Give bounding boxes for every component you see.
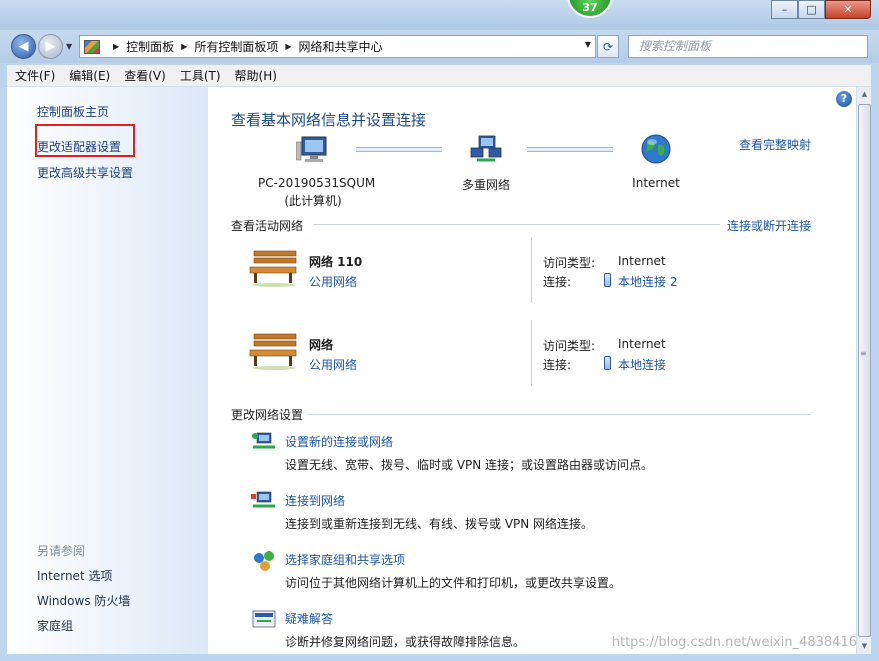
access-type-value: Internet <box>618 254 666 268</box>
network-name: 网络 <box>309 338 334 352</box>
active-networks-heading: 查看活动网络 <box>231 219 304 233</box>
vertical-divider <box>531 237 532 303</box>
maximize-button[interactable]: □ <box>798 0 825 19</box>
address-dropdown-icon[interactable]: ▼ <box>585 40 591 49</box>
address-bar[interactable]: ▶ 控制面板 ▶ 所有控制面板项 ▶ 网络和共享中心 ▼ <box>79 35 596 58</box>
sidebar-item-advanced-sharing[interactable]: 更改高级共享设置 <box>37 164 133 181</box>
new-connection-icon <box>252 432 275 449</box>
network-type-link[interactable]: 公用网络 <box>309 273 357 290</box>
task-new-connection-link[interactable]: 设置新的连接或网络 <box>285 433 393 450</box>
menu-bar: 文件(F) 编辑(E) 查看(V) 工具(T) 帮助(H) <box>7 65 871 87</box>
section-divider <box>308 414 811 415</box>
scroll-thumb[interactable] <box>858 104 871 637</box>
task-description: 诊断并修复网络问题，或获得故障排除信息。 <box>285 635 526 649</box>
chevron-right-icon[interactable]: ▶ <box>113 42 119 51</box>
menu-tools[interactable]: 工具(T) <box>180 67 221 84</box>
refresh-button[interactable]: ⟳ <box>597 35 619 58</box>
map-connection-line <box>356 147 442 152</box>
sidebar-item-homegroup[interactable]: 家庭组 <box>37 617 73 634</box>
sidebar: 控制面板主页 更改适配器设置 更改高级共享设置 另请参阅 Internet 选项… <box>7 87 208 654</box>
content-area: 控制面板主页 更改适配器设置 更改高级共享设置 另请参阅 Internet 选项… <box>7 87 871 654</box>
menu-file[interactable]: 文件(F) <box>15 67 55 84</box>
recent-pages-dropdown-icon[interactable]: ▼ <box>66 42 72 51</box>
breadcrumb-all-items[interactable]: 所有控制面板项 <box>194 38 278 55</box>
access-type-label: 访问类型: <box>543 256 596 270</box>
connection-link[interactable]: 本地连接 2 <box>618 273 677 290</box>
chevron-right-icon[interactable]: ▶ <box>285 42 291 51</box>
breadcrumb-control-panel[interactable]: 控制面板 <box>126 38 174 55</box>
breadcrumb-network-center[interactable]: 网络和共享中心 <box>299 38 383 55</box>
task-description: 连接到或重新连接到无线、有线、拨号或 VPN 网络连接。 <box>285 517 594 531</box>
connect-disconnect-link[interactable]: 连接或断开连接 <box>727 217 811 234</box>
menu-help[interactable]: 帮助(H) <box>235 67 277 84</box>
back-button[interactable]: ◀ <box>11 34 36 59</box>
multiple-networks-label: 多重网络 <box>461 178 510 192</box>
network-type-link[interactable]: 公用网络 <box>309 356 357 373</box>
multiple-networks-icon[interactable] <box>469 134 503 166</box>
task-homegroup-link[interactable]: 选择家庭组和共享选项 <box>285 551 405 568</box>
scroll-down-arrow-icon[interactable]: ▼ <box>858 639 871 654</box>
sidebar-item-firewall[interactable]: Windows 防火墙 <box>37 592 130 609</box>
control-panel-icon <box>84 39 100 54</box>
connect-network-icon <box>251 491 275 508</box>
chevron-right-icon[interactable]: ▶ <box>181 42 187 51</box>
network-name: 网络 110 <box>309 255 363 269</box>
window-controls: – □ ✕ <box>771 0 871 19</box>
public-network-bench-icon <box>249 250 297 287</box>
title-bar: 37 – □ ✕ <box>0 0 879 30</box>
public-network-bench-icon <box>249 333 297 370</box>
computer-name: PC-20190531SQUM <box>258 176 376 190</box>
computer-subtitle: (此计算机) <box>284 194 342 208</box>
map-connection-line <box>527 147 613 152</box>
highlight-box <box>35 124 135 157</box>
notification-badge: 37 <box>567 0 613 18</box>
see-also-heading: 另请参阅 <box>37 544 86 558</box>
homegroup-icon <box>254 551 274 571</box>
full-map-link[interactable]: 查看完整映射 <box>739 136 811 153</box>
menu-edit[interactable]: 编辑(E) <box>69 67 110 84</box>
close-button[interactable]: ✕ <box>825 0 871 19</box>
main-panel: 查看基本网络信息并设置连接 查看完整映射 PC-20190531SQUM (此计… <box>208 87 856 654</box>
sidebar-item-home[interactable]: 控制面板主页 <box>37 103 109 120</box>
section-divider <box>314 224 720 225</box>
troubleshoot-icon <box>252 610 276 628</box>
vertical-scrollbar[interactable]: ▲ ≡ ▼ <box>856 87 871 654</box>
connection-label: 连接: <box>543 358 572 372</box>
task-description: 访问位于其他网络计算机上的文件和打印机，或更改共享设置。 <box>285 576 622 590</box>
ethernet-icon <box>604 356 611 370</box>
task-troubleshoot-link[interactable]: 疑难解答 <box>285 610 333 627</box>
internet-label: Internet <box>632 176 680 190</box>
change-settings-heading: 更改网络设置 <box>231 408 304 422</box>
internet-globe-icon[interactable] <box>640 133 672 165</box>
search-input[interactable]: 搜索控制面板 <box>628 35 868 58</box>
vertical-divider <box>531 320 532 386</box>
task-connect-network-link[interactable]: 连接到网络 <box>285 492 345 509</box>
scroll-grip-icon: ≡ <box>860 349 867 358</box>
minimize-button[interactable]: – <box>771 0 798 19</box>
ethernet-icon <box>604 273 611 287</box>
computer-icon[interactable] <box>296 134 330 166</box>
page-title: 查看基本网络信息并设置连接 <box>231 111 427 129</box>
navigation-bar: ◀ ▶ ▼ ▶ 控制面板 ▶ 所有控制面板项 ▶ 网络和共享中心 ▼ ⟳ 搜索控… <box>0 30 879 82</box>
menu-view[interactable]: 查看(V) <box>124 67 166 84</box>
sidebar-item-internet-options[interactable]: Internet 选项 <box>37 567 112 584</box>
refresh-icon: ⟳ <box>602 39 614 54</box>
task-description: 设置无线、宽带、拨号、临时或 VPN 连接；或设置路由器或访问点。 <box>285 458 654 472</box>
connection-link[interactable]: 本地连接 <box>618 356 666 373</box>
scroll-up-arrow-icon[interactable]: ▲ <box>858 87 871 102</box>
connection-label: 连接: <box>543 275 572 289</box>
watermark-text: https://blog.csdn.net/weixin_4838416 <box>611 635 857 650</box>
forward-button[interactable]: ▶ <box>38 34 63 59</box>
access-type-value: Internet <box>618 337 666 351</box>
access-type-label: 访问类型: <box>543 339 596 353</box>
